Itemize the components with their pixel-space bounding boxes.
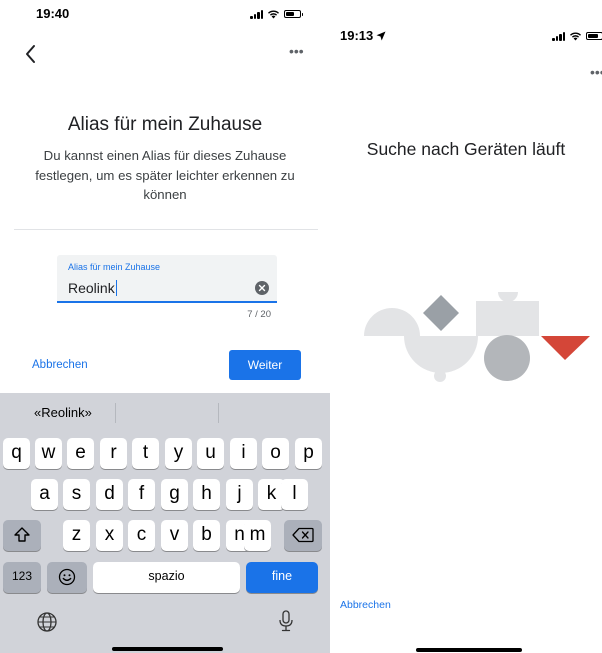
key-b[interactable]: b — [193, 520, 220, 551]
status-time-wrap: 19:13 — [340, 28, 386, 43]
device-search-screen: 19:13 ••• Suche nach Geräten läuft — [330, 0, 602, 653]
shift-key[interactable] — [3, 520, 41, 551]
battery-icon — [586, 32, 602, 40]
alias-input-value: Reolink — [68, 280, 115, 296]
suggestion-divider — [218, 403, 219, 423]
microphone-button[interactable] — [278, 609, 294, 638]
shift-icon — [14, 527, 30, 542]
key-m[interactable]: m — [244, 520, 271, 551]
globe-icon — [37, 612, 57, 632]
more-options-button[interactable]: ••• — [590, 64, 602, 80]
illus-bowl — [404, 336, 478, 373]
emoji-icon — [58, 568, 76, 586]
done-key[interactable]: fine — [246, 562, 318, 593]
key-v[interactable]: v — [161, 520, 188, 551]
suggestion-divider — [115, 403, 116, 423]
key-q[interactable]: q — [3, 438, 30, 469]
keyboard: «Reolink» q w e r t y u i o p a s d f g … — [0, 393, 330, 653]
chevron-left-icon — [26, 45, 35, 63]
microphone-icon — [279, 610, 293, 632]
globe-button[interactable] — [36, 611, 58, 638]
cancel-button[interactable]: Abbrechen — [340, 599, 391, 611]
key-a[interactable]: a — [31, 479, 58, 510]
location-arrow-icon — [376, 31, 386, 40]
home-indicator — [112, 647, 223, 651]
alias-input-label: Alias für mein Zuhause — [68, 262, 161, 272]
signal-icon — [250, 9, 263, 19]
clear-input-button[interactable] — [255, 281, 269, 295]
key-o[interactable]: o — [262, 438, 289, 469]
backspace-icon — [292, 527, 314, 543]
illus-cap — [498, 292, 518, 302]
key-x[interactable]: x — [96, 520, 123, 551]
suggestion-item[interactable]: «Reolink» — [34, 405, 92, 420]
key-w[interactable]: w — [35, 438, 62, 469]
key-z[interactable]: z — [63, 520, 90, 551]
space-key[interactable]: spazio — [93, 562, 240, 593]
divider — [14, 229, 318, 230]
illus-circle — [484, 335, 530, 381]
status-time: 19:40 — [36, 6, 70, 21]
character-counter: 7 / 20 — [247, 309, 271, 320]
back-button[interactable] — [22, 42, 40, 66]
key-i[interactable]: i — [230, 438, 257, 469]
key-d[interactable]: d — [96, 479, 123, 510]
numbers-key[interactable]: 123 — [3, 562, 41, 593]
key-g[interactable]: g — [161, 479, 188, 510]
next-button[interactable]: Weiter — [229, 350, 301, 380]
page-subtitle: Du kannst einen Alias für dieses Zuhause… — [35, 148, 295, 202]
key-p[interactable]: p — [295, 438, 322, 469]
key-u[interactable]: u — [197, 438, 224, 469]
text-caret — [115, 280, 118, 296]
key-l[interactable]: l — [281, 479, 308, 510]
illus-diamond — [423, 295, 459, 331]
key-y[interactable]: y — [165, 438, 192, 469]
status-icons — [250, 9, 303, 19]
illus-triangle — [541, 336, 590, 360]
key-j[interactable]: j — [226, 479, 253, 510]
battery-icon — [284, 10, 303, 18]
key-r[interactable]: r — [100, 438, 127, 469]
searching-illustration — [364, 292, 590, 382]
page-title: Suche nach Geräten läuft — [366, 139, 566, 159]
home-indicator — [416, 648, 522, 652]
wifi-icon — [268, 10, 279, 19]
illus-dot — [434, 370, 446, 382]
key-e[interactable]: e — [67, 438, 94, 469]
illus-half-circle — [364, 308, 420, 336]
alias-input[interactable]: Alias für mein Zuhause Reolink — [57, 255, 277, 303]
wifi-icon — [570, 32, 581, 41]
key-s[interactable]: s — [63, 479, 90, 510]
emoji-key[interactable] — [47, 562, 87, 593]
key-c[interactable]: c — [128, 520, 155, 551]
key-f[interactable]: f — [128, 479, 155, 510]
page-title: Alias für mein Zuhause — [67, 114, 263, 135]
suggestion-bar: «Reolink» — [0, 393, 330, 431]
alias-screen: 19:40 ••• Alias für mein Zuhause Du kann… — [0, 0, 330, 653]
key-h[interactable]: h — [193, 479, 220, 510]
cancel-button[interactable]: Abbrechen — [32, 359, 88, 371]
backspace-key[interactable] — [284, 520, 322, 551]
status-icons — [552, 31, 602, 41]
more-options-button[interactable]: ••• — [289, 43, 304, 59]
status-time: 19:13 — [340, 28, 374, 43]
alias-input-value-wrap: Reolink — [68, 280, 118, 296]
clear-circle-icon — [258, 284, 266, 292]
illus-rect — [476, 301, 539, 336]
key-t[interactable]: t — [132, 438, 159, 469]
signal-icon — [552, 31, 565, 41]
